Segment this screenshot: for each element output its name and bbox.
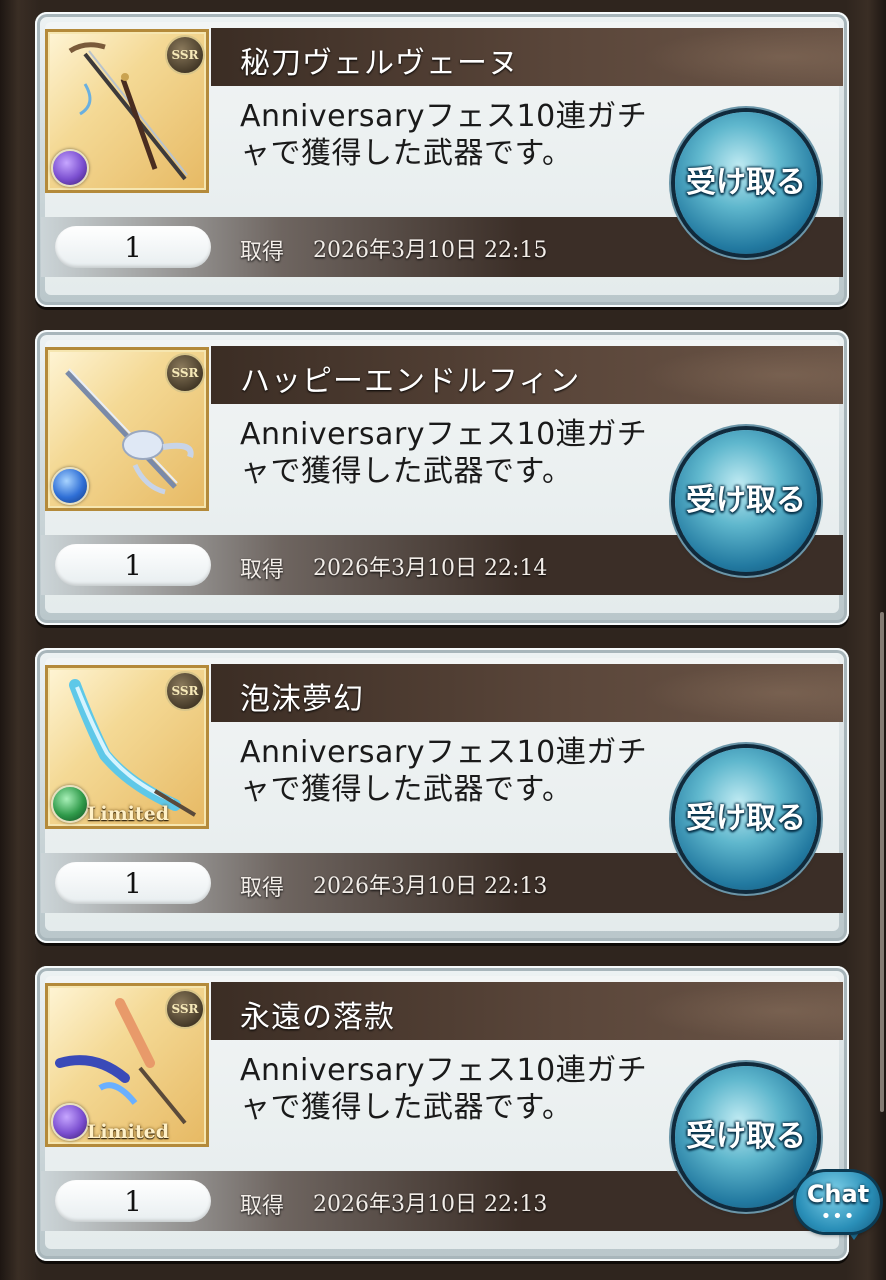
ssr-badge: SSR bbox=[165, 989, 205, 1029]
chat-dots-icon: ••• bbox=[820, 1206, 856, 1227]
weapon-thumbnail[interactable]: SSR bbox=[45, 347, 209, 511]
item-description: Anniversaryフェス10連ガチャで獲得した武器です。 bbox=[240, 1053, 648, 1125]
weapon-thumbnail[interactable]: SSR bbox=[45, 29, 209, 193]
item-title: ハッピーエンドルフィン bbox=[240, 364, 581, 399]
dark-element-icon bbox=[51, 1103, 89, 1141]
item-description: Anniversaryフェス10連ガチャで獲得した武器です。 bbox=[240, 417, 648, 489]
scrollbar[interactable] bbox=[880, 612, 884, 1112]
acquired-label: 取得 bbox=[240, 876, 285, 901]
item-count: 1 bbox=[55, 1180, 211, 1222]
item-description: Anniversaryフェス10連ガチャで獲得した武器です。 bbox=[240, 735, 648, 807]
item-count: 1 bbox=[55, 226, 211, 268]
chat-button[interactable]: Chat ••• bbox=[796, 1172, 882, 1242]
gift-card: 永遠の落款 Anniversaryフェス10連ガチャで獲得した武器です。 1 取… bbox=[35, 966, 849, 1261]
weapon-thumbnail[interactable]: SSR Limited bbox=[45, 665, 209, 829]
receive-button[interactable]: 受け取る bbox=[675, 748, 817, 890]
ssr-badge: SSR bbox=[165, 353, 205, 393]
acquired-date: 2026年3月10日 22:13 bbox=[313, 1192, 548, 1217]
acquired-label: 取得 bbox=[240, 240, 285, 265]
item-count: 1 bbox=[55, 862, 211, 904]
limited-label: Limited bbox=[87, 1121, 170, 1143]
acquired-date: 2026年3月10日 22:14 bbox=[313, 556, 548, 581]
weapon-thumbnail[interactable]: SSR Limited bbox=[45, 983, 209, 1147]
chat-label: Chat bbox=[806, 1180, 870, 1208]
ssr-badge: SSR bbox=[165, 671, 205, 711]
receive-button[interactable]: 受け取る bbox=[675, 112, 817, 254]
item-title: 泡沫夢幻 bbox=[240, 682, 364, 717]
wind-element-icon bbox=[51, 785, 89, 823]
gift-card: 秘刀ヴェルヴェーヌ Anniversaryフェス10連ガチャで獲得した武器です。… bbox=[35, 12, 849, 307]
dark-element-icon bbox=[51, 149, 89, 187]
item-title: 永遠の落款 bbox=[240, 1000, 395, 1035]
item-title: 秘刀ヴェルヴェーヌ bbox=[240, 46, 519, 81]
acquired-date: 2026年3月10日 22:13 bbox=[313, 874, 548, 899]
acquired-label: 取得 bbox=[240, 1194, 285, 1219]
limited-label: Limited bbox=[87, 803, 170, 825]
water-element-icon bbox=[51, 467, 89, 505]
acquired-label: 取得 bbox=[240, 558, 285, 583]
gift-card: 泡沫夢幻 Anniversaryフェス10連ガチャで獲得した武器です。 1 取得… bbox=[35, 648, 849, 943]
item-count: 1 bbox=[55, 544, 211, 586]
ssr-badge: SSR bbox=[165, 35, 205, 75]
item-description: Anniversaryフェス10連ガチャで獲得した武器です。 bbox=[240, 99, 648, 171]
acquired-date: 2026年3月10日 22:15 bbox=[313, 238, 548, 263]
receive-button[interactable]: 受け取る bbox=[675, 430, 817, 572]
gift-card: ハッピーエンドルフィン Anniversaryフェス10連ガチャで獲得した武器で… bbox=[35, 330, 849, 625]
